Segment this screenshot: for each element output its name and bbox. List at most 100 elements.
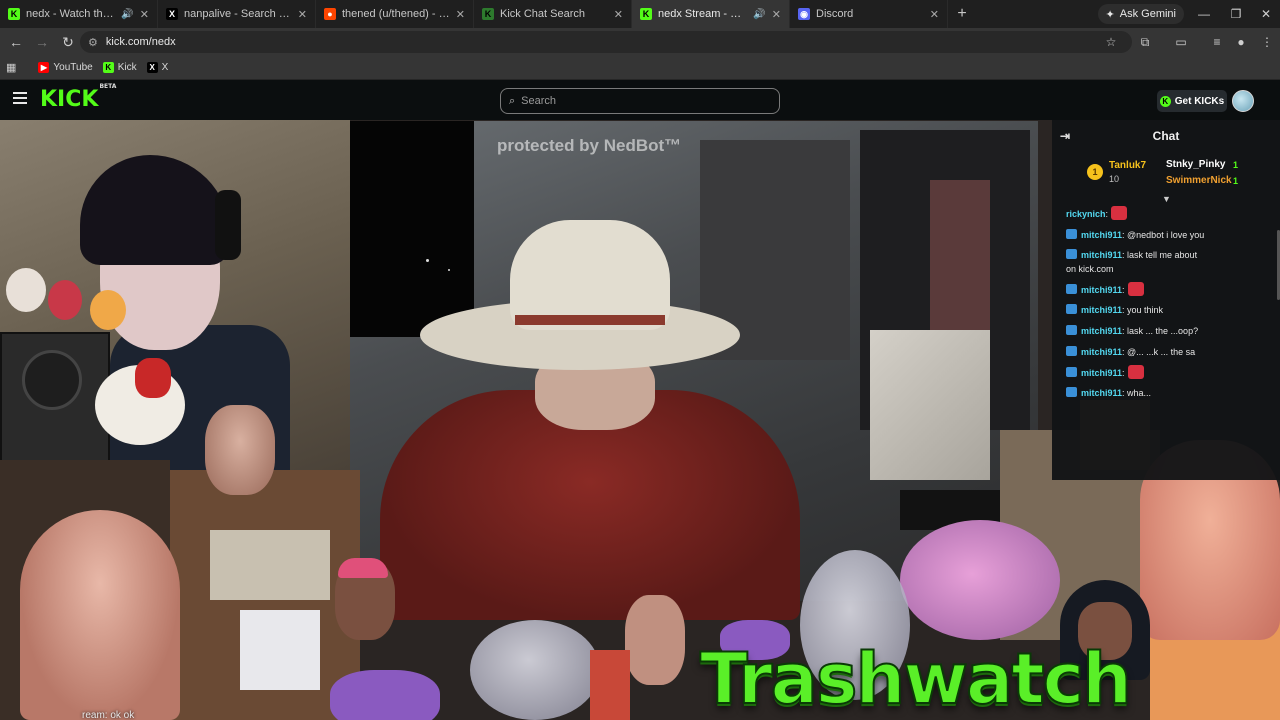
search-placeholder: Search [521, 95, 557, 107]
chat-message[interactable]: mitchi911: lask ... the ...oop? [1066, 324, 1276, 338]
tab-x[interactable]: Xnanpalive - Search / X ✕ [158, 0, 316, 28]
chat-username[interactable]: mitchi911 [1081, 250, 1122, 260]
close-tab-icon[interactable]: ✕ [298, 8, 307, 21]
kick-icon: K [102, 62, 114, 73]
speaker-cone [22, 350, 82, 410]
reload-icon[interactable]: ↻ [56, 30, 80, 54]
paper-stack [210, 530, 330, 600]
subscriber-badge-icon [1066, 325, 1077, 335]
cast-icon[interactable]: ▭ [1170, 30, 1192, 54]
close-tab-icon[interactable]: ✕ [614, 8, 623, 21]
chat-message[interactable]: mitchi911: [1066, 365, 1276, 380]
webcam-hair [80, 155, 230, 265]
search-icon: ⌕ [509, 94, 516, 107]
chat-username[interactable]: mitchi911 [1081, 388, 1122, 398]
chat-username[interactable]: rickynich [1066, 209, 1106, 219]
top-user-name[interactable]: Tanluk7 [1109, 160, 1146, 171]
chat-message[interactable]: rickynich: [1066, 206, 1276, 221]
media-controls-icon[interactable]: ≡ [1206, 30, 1228, 54]
chat-message[interactable]: mitchi911: lask tell me about [1066, 248, 1276, 262]
x-favicon-icon: X [166, 8, 178, 20]
chat-message[interactable]: mitchi911: @... ...k ... the sa [1066, 345, 1276, 359]
bookmark-youtube[interactable]: ▶ YouTube [38, 62, 93, 73]
tab-kick[interactable]: Knedx - Watch the VOD on 🔊 ✕ [0, 0, 158, 28]
search-input[interactable]: ⌕ Search [500, 88, 780, 114]
kick-logo[interactable]: KICKBETA [40, 83, 116, 112]
bookmark-kick[interactable]: K Kick [102, 62, 137, 73]
cowboy-hat-band [515, 315, 665, 325]
tab-kick-chat[interactable]: K Kick Chat Search ✕ [474, 0, 632, 28]
chat-message[interactable]: mitchi911: wha... [1066, 386, 1276, 400]
youtube-icon: ▶ [38, 62, 50, 73]
chat-message[interactable]: on kick.com [1066, 262, 1276, 276]
speaker [0, 332, 110, 462]
extensions-icon[interactable]: ⧉ [1134, 30, 1156, 54]
subscriber-badge-icon [1066, 346, 1077, 356]
audio-playing-icon[interactable]: 🔊 [121, 9, 133, 20]
address-toolbar: ← → ↻ ⚙ kick.com/nedx [0, 28, 1280, 56]
audio-playing-icon[interactable]: 🔊 [753, 9, 765, 20]
profile-icon[interactable]: ● [1230, 30, 1252, 54]
chat-text: on kick.com [1066, 264, 1114, 274]
get-kicks-button[interactable]: K Get KICKs [1157, 90, 1227, 112]
chat-message[interactable]: mitchi911: @nedbot i love you [1066, 228, 1276, 242]
apps-grid-icon[interactable]: ▦ [6, 61, 16, 74]
gift-count: 1 [1233, 176, 1239, 186]
tab-reddit[interactable]: ● thened (u/thened) - Reddit ✕ [316, 0, 474, 28]
hen-comb [135, 358, 171, 398]
plastic-bag [470, 620, 600, 720]
chat-username[interactable]: mitchi911 [1081, 285, 1122, 295]
close-tab-icon[interactable]: ✕ [456, 8, 465, 21]
kick-chat-favicon-icon: K [482, 8, 494, 20]
bookmark-label: X [161, 62, 169, 73]
close-tab-icon[interactable]: ✕ [772, 8, 781, 21]
hamburger-menu-icon[interactable] [13, 92, 27, 104]
chat-message[interactable]: mitchi911: [1066, 282, 1276, 297]
overlay-chat-text: ream: ok ok [82, 710, 135, 720]
chat-username[interactable]: mitchi911 [1081, 326, 1122, 336]
collapse-chat-icon[interactable]: ⇥ [1060, 129, 1070, 143]
tab-kick[interactable]: Knedx Stream - Watch Live o🔊 ✕ [632, 0, 790, 28]
chat-username[interactable]: mitchi911 [1081, 230, 1122, 240]
kebab-menu-icon[interactable]: ⋮ [1256, 30, 1278, 54]
chat-text: : wha... [1122, 388, 1152, 398]
maximize-window-button[interactable]: ❐ [1220, 0, 1252, 28]
nedbot-watermark: protected by NedBot™ [497, 136, 682, 155]
close-tab-icon[interactable]: ✕ [140, 8, 149, 21]
tab-title: nedx - Watch the VOD on [26, 8, 117, 20]
minimize-window-button[interactable]: — [1188, 0, 1220, 28]
bookmark-x[interactable]: X X [146, 62, 169, 73]
user-avatar[interactable] [1232, 90, 1254, 112]
chat-panel: ⇥ Chat 1 Tanluk7 10 Stnky_Pinky 1 Swimme… [1052, 120, 1280, 480]
pink-cap [338, 558, 388, 578]
close-window-button[interactable]: ✕ [1250, 0, 1280, 28]
subscriber-badge-icon [1066, 387, 1077, 397]
chat-username[interactable]: mitchi911 [1081, 305, 1122, 315]
chat-username[interactable]: mitchi911 [1081, 368, 1122, 378]
chat-header: ⇥ Chat [1052, 120, 1280, 152]
leaderboard-user[interactable]: SwimmerNick [1166, 175, 1232, 186]
expand-pinned-icon[interactable]: ▼ [1162, 194, 1171, 204]
chat-message[interactable]: mitchi911: you think [1066, 303, 1276, 317]
plush-toy [90, 290, 126, 330]
tab-list: Knedx - Watch the VOD on🔊✕Xnanpalive - S… [0, 0, 948, 28]
site-info-icon[interactable]: ⚙ [88, 36, 98, 49]
get-kicks-label: Get KICKs [1174, 95, 1225, 107]
headset [215, 190, 241, 260]
back-arrow-icon[interactable]: ← [4, 30, 28, 54]
ask-gemini-button[interactable]: ✦ Ask Gemini [1097, 4, 1184, 24]
chat-username[interactable]: mitchi911 [1081, 347, 1122, 357]
tab-discord[interactable]: ◉ Discord ✕ [790, 0, 948, 28]
chat-text: : [1122, 368, 1125, 378]
emote-icon [1127, 282, 1144, 296]
kick-logo-text: KICK [40, 87, 99, 112]
emote-icon [1127, 365, 1144, 379]
bookmark-star-icon[interactable]: ☆ [1100, 30, 1122, 54]
purple-plush [330, 670, 440, 720]
leaderboard-user[interactable]: Stnky_Pinky [1166, 159, 1225, 170]
close-tab-icon[interactable]: ✕ [930, 8, 939, 21]
forward-arrow-icon[interactable]: → [30, 30, 54, 54]
omnibox[interactable]: ⚙ kick.com/nedx [80, 31, 1132, 53]
new-tab-button[interactable]: + [948, 0, 976, 28]
chat-text: : @... ...k ... the sa [1122, 347, 1196, 357]
